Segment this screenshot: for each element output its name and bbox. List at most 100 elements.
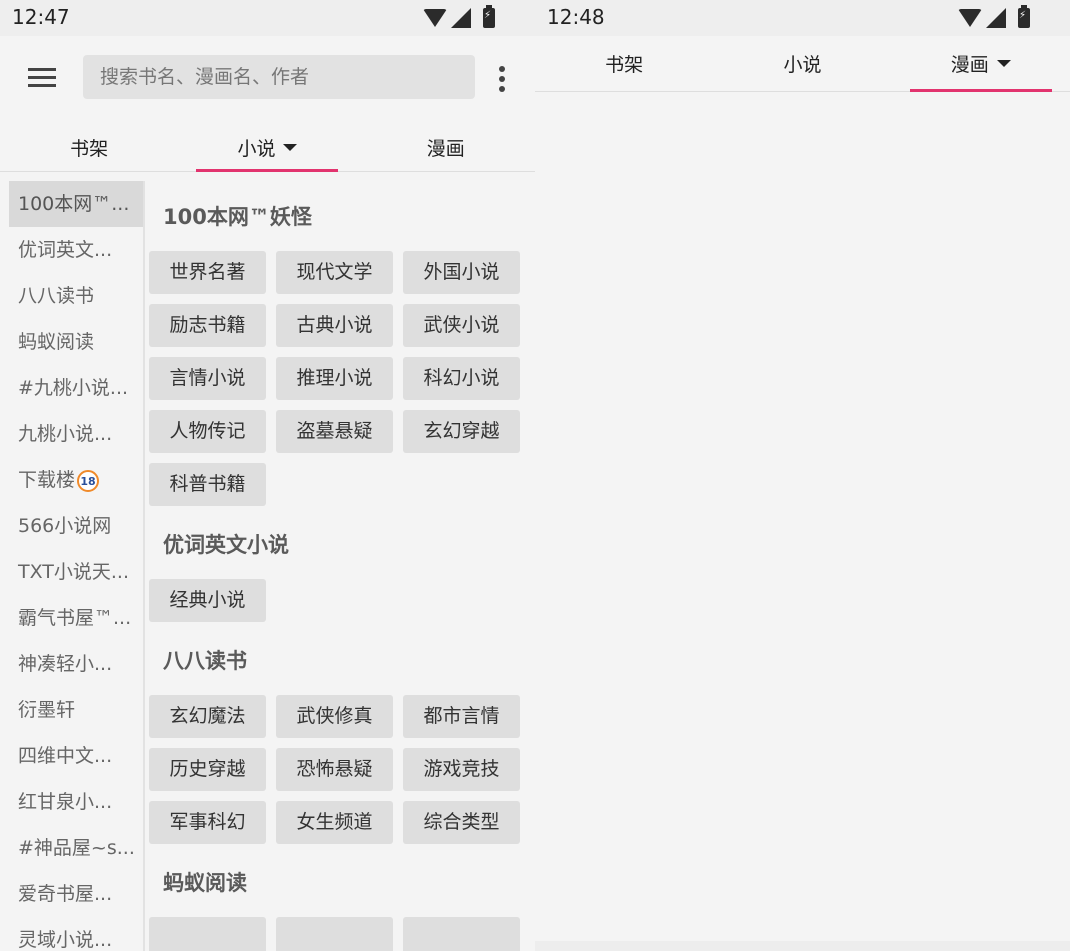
tab-comic[interactable]: 漫画 [357,120,535,171]
source-label: 霸气书屋™... [18,607,132,629]
category-chip[interactable]: 武侠修真 [276,695,393,738]
source-item[interactable]: 衍墨轩 [9,687,143,733]
app-bar: 搜索书名、漫画名、作者 [0,36,535,120]
category-chip[interactable]: 古典小说 [276,304,393,347]
novel-source-list: 100本网™... 优词英文... 八八读书蚂蚁阅读 #九桃小说... 九桃小说... 下… [9,181,143,951]
active-tab-indicator [909,89,1052,92]
more-options-icon[interactable] [499,66,505,92]
source-label: 蚂蚁阅读 [18,331,95,353]
category-chip[interactable] [403,917,520,951]
right-screen: 12:48 书架小说漫画 百年漫画快看漫画A百年漫画黑白漫话爱飒漫画57漫画漫画… [535,0,1070,951]
source-label: 九桃小说... [18,423,113,445]
wifi-icon [423,9,447,27]
category-grid [145,917,530,951]
tab-label: 小说 [783,54,822,76]
source-item[interactable]: #神品屋~s... [9,825,143,871]
status-time: 12:48 [547,5,605,29]
source-label: TXT小说天... [18,561,130,583]
source-item[interactable]: 八八读书 [9,273,143,319]
category-grid: 玄幻魔法 武侠修真 都市言情历史穿越 恐怖悬疑 游戏竞技军事科幻 女生频道 综合类型 [145,695,530,844]
source-label: 下载楼 [18,469,76,491]
left-screen: 12:47 搜索书名、漫画名、作者 书架 小说 漫画 100本网™... 优词英文..… [0,0,535,951]
status-time: 12:47 [12,5,70,29]
tab-label: 漫画 [950,54,989,76]
category-chip[interactable]: 都市言情 [403,695,520,738]
source-item[interactable]: 100本网™... [9,181,143,227]
tab-novel[interactable]: 小说 [178,120,356,172]
source-item[interactable]: 九桃小说... [9,411,143,457]
category-chip[interactable]: 科普书籍 [149,463,266,506]
source-label: 神凑轻小... [18,653,113,675]
source-label: #九桃小说... [18,377,129,399]
category-chip[interactable]: 励志书籍 [149,304,266,347]
battery-charging-icon [483,5,495,28]
category-chip[interactable]: 历史穿越 [149,748,266,791]
section-title: 优词英文小说 [163,533,289,557]
tab-label: 小说 [237,138,276,160]
source-item[interactable]: 爱奇书屋... [9,871,143,917]
section-title: 蚂蚁阅读 [163,871,247,895]
source-item[interactable]: 灵域小说... [9,917,143,951]
section-title: 八八读书 [163,649,247,673]
bottom-edge [535,941,1070,951]
source-label: 衍墨轩 [18,699,76,721]
category-chip[interactable]: 科幻小说 [403,357,520,400]
signal-icon [986,8,1006,28]
category-chip[interactable]: 现代文学 [276,251,393,294]
source-item[interactable]: 神凑轻小... [9,641,143,687]
source-label: #神品屋~s... [18,837,135,859]
category-chip[interactable]: 推理小说 [276,357,393,400]
source-item[interactable]: 下载楼 18 [9,457,143,503]
tab-novel[interactable]: 小说 [713,36,891,91]
category-chip[interactable] [149,917,266,951]
status-icons [958,5,1030,29]
tab-bookshelf[interactable]: 书架 [535,36,713,91]
source-item[interactable]: 566小说网 [9,503,143,549]
category-chip[interactable]: 综合类型 [403,801,520,844]
category-chip[interactable]: 女生频道 [276,801,393,844]
source-label: 灵域小说... [18,929,113,951]
source-item[interactable]: 蚂蚁阅读 [9,319,143,365]
tab-comic[interactable]: 漫画 [892,36,1070,92]
tab-label: 漫画 [426,138,465,160]
tab-label: 书架 [605,54,644,76]
source-item[interactable]: TXT小说天... [9,549,143,595]
category-chip[interactable]: 言情小说 [149,357,266,400]
source-label: 566小说网 [18,515,112,537]
category-chip[interactable]: 军事科幻 [149,801,266,844]
source-label: 爱奇书屋... [18,883,113,905]
category-tabs: 书架 小说 漫画 [0,120,535,172]
category-chip[interactable]: 经典小说 [149,579,266,622]
search-input[interactable]: 搜索书名、漫画名、作者 [83,55,475,99]
status-bar: 12:47 [0,0,535,36]
category-chip[interactable]: 恐怖悬疑 [276,748,393,791]
caret-down-icon [996,60,1011,67]
section-title: 100本网™妖怪 [163,205,312,229]
source-label: 100本网™... [18,193,130,215]
category-chip[interactable]: 武侠小说 [403,304,520,347]
category-chip[interactable]: 世界名著 [149,251,266,294]
source-label: 八八读书 [18,285,95,307]
category-chip[interactable]: 人物传记 [149,410,266,453]
tab-bookshelf[interactable]: 书架 [0,120,178,171]
source-label: 红甘泉小... [18,791,113,813]
category-chip[interactable]: 游戏竞技 [403,748,520,791]
category-chip[interactable]: 盗墓悬疑 [276,410,393,453]
source-item[interactable]: 四维中文... [9,733,143,779]
category-chip[interactable]: 玄幻魔法 [149,695,266,738]
age-18-badge-icon: 18 [77,470,100,492]
tab-label: 书架 [70,138,109,160]
source-item[interactable]: 霸气书屋™... [9,595,143,641]
source-label: 优词英文... [18,239,113,261]
category-chip[interactable]: 玄幻穿越 [403,410,520,453]
category-grid: 经典小说 [145,579,530,622]
menu-icon[interactable] [28,68,56,88]
category-chip[interactable]: 外国小说 [403,251,520,294]
status-bar: 12:48 [535,0,1070,36]
caret-down-icon [283,144,298,151]
signal-icon [451,8,471,28]
source-item[interactable]: #九桃小说... [9,365,143,411]
source-item[interactable]: 优词英文... [9,227,143,273]
category-chip[interactable] [276,917,393,951]
source-item[interactable]: 红甘泉小... [9,779,143,825]
